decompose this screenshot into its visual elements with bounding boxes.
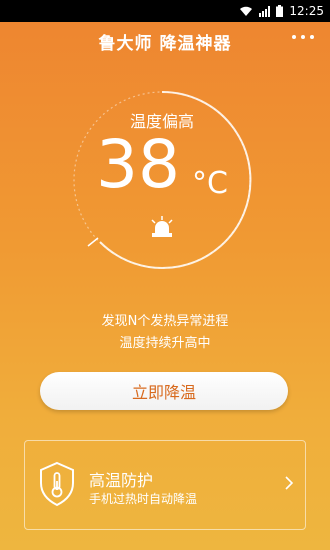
title-bar: 鲁大师 降温神器: [0, 22, 330, 60]
process-warning-text: 发现N个发热异常进程: [101, 314, 229, 329]
status-time: 12:25: [289, 4, 324, 18]
protection-title: 高温防护: [89, 471, 154, 490]
wifi-icon: [239, 6, 253, 17]
temperature-value: 38: [96, 126, 180, 203]
cool-now-button[interactable]: 立即降温: [40, 372, 288, 410]
more-dot-icon: [292, 35, 296, 39]
temperature-gauge: 温度偏高 38 °C: [70, 88, 254, 272]
chevron-right-icon: [285, 475, 294, 494]
high-temp-protection-card[interactable]: 高温防护 手机过热时自动降温: [24, 440, 306, 530]
protection-subtitle: 手机过热时自动降温: [89, 492, 198, 506]
status-bar: 12:25: [0, 0, 330, 22]
temperature-trend-text: 温度持续升高中: [119, 336, 211, 351]
more-menu-button[interactable]: [292, 35, 314, 39]
more-dot-icon: [301, 35, 305, 39]
more-dot-icon: [310, 35, 314, 39]
signal-icon: [259, 5, 271, 17]
battery-icon: [276, 5, 284, 17]
temperature-unit: °C: [192, 166, 228, 201]
app-title: 鲁大师 降温神器: [98, 33, 232, 54]
shield-thermometer-icon: [37, 461, 77, 511]
